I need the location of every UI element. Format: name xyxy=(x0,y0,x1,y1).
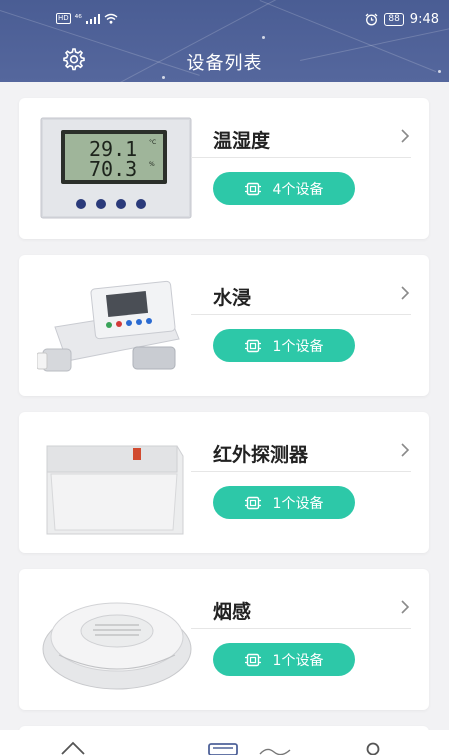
scene-icon[interactable] xyxy=(258,744,292,755)
chevron-right-icon xyxy=(401,443,410,457)
device-name: 烟感 xyxy=(213,601,252,623)
device-count-label: 1个设备 xyxy=(272,495,324,512)
device-card-water-leak[interactable]: 水浸 1个设备 xyxy=(19,255,429,396)
device-count-button[interactable]: 1个设备 xyxy=(213,486,355,519)
hd-badge: HD xyxy=(56,13,71,24)
profile-icon[interactable] xyxy=(364,742,382,755)
svg-text:70.3: 70.3 xyxy=(89,157,137,181)
device-card-infrared-detector[interactable]: 红外探测器 1个设备 xyxy=(19,412,429,553)
device-count-button[interactable]: 1个设备 xyxy=(213,329,355,362)
chevron-right-icon xyxy=(401,129,410,143)
bottom-navigation xyxy=(0,730,449,755)
water-leak-sensor-image xyxy=(37,280,180,372)
chip-icon xyxy=(244,339,261,352)
device-list-icon[interactable] xyxy=(208,743,238,755)
alarm-icon xyxy=(365,13,378,26)
network-type: ⁴⁶ xyxy=(74,13,82,24)
chip-icon xyxy=(244,182,261,195)
device-count-label: 1个设备 xyxy=(272,652,324,669)
wifi-icon xyxy=(104,13,118,24)
device-name: 水浸 xyxy=(213,287,252,309)
chip-icon xyxy=(244,496,261,509)
device-count-label: 1个设备 xyxy=(272,338,324,355)
infrared-detector-image xyxy=(46,445,184,535)
chevron-right-icon xyxy=(401,286,410,300)
device-name: 温湿度 xyxy=(213,130,271,152)
chevron-right-icon xyxy=(401,600,410,614)
device-count-button[interactable]: 4个设备 xyxy=(213,172,355,205)
svg-text:%: % xyxy=(149,161,155,168)
divider xyxy=(191,314,411,315)
clock: 9:48 xyxy=(409,12,439,27)
smoke-detector-image xyxy=(42,602,192,690)
device-card-temperature-humidity[interactable]: 29.1 70.3 °C % 温湿度 4个设备 xyxy=(19,98,429,239)
page-title: 设备列表 xyxy=(186,53,263,74)
home-icon[interactable] xyxy=(60,740,86,755)
device-card-smoke-detector[interactable]: 烟感 1个设备 xyxy=(19,569,429,710)
device-name: 红外探测器 xyxy=(213,444,309,466)
status-bar: HD ⁴⁶ 88 9:48 xyxy=(0,0,449,38)
device-count-label: 4个设备 xyxy=(272,181,324,198)
device-count-button[interactable]: 1个设备 xyxy=(213,643,355,676)
divider xyxy=(191,471,411,472)
thermo-hygrometer-image: 29.1 70.3 °C % xyxy=(40,117,192,219)
svg-text:°C: °C xyxy=(149,139,156,146)
signal-icon xyxy=(85,13,100,24)
app-header: 设备列表 xyxy=(0,38,449,82)
chip-icon xyxy=(244,653,261,666)
battery-indicator: 88 xyxy=(384,13,404,26)
divider xyxy=(191,628,411,629)
divider xyxy=(191,157,411,158)
